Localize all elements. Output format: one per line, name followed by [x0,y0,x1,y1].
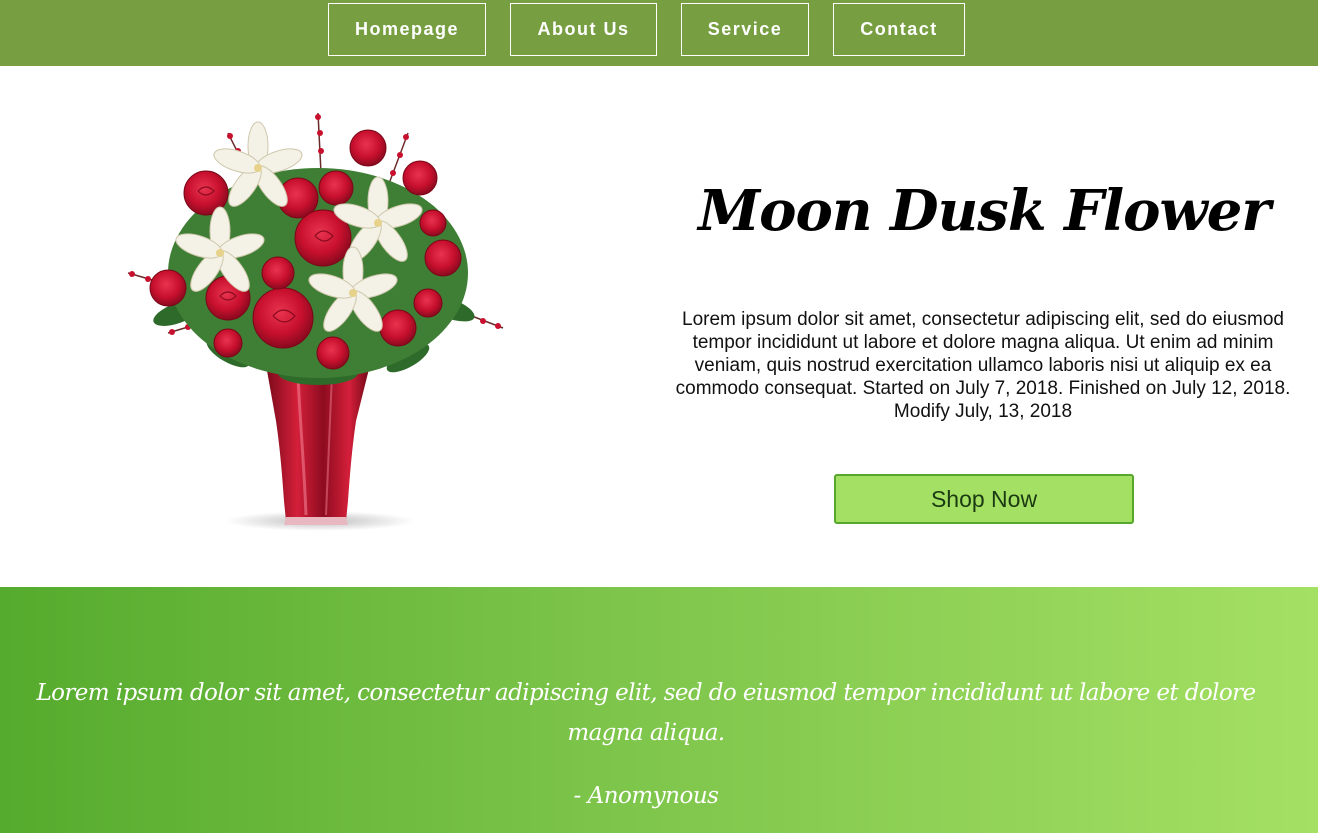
page-title: Moon Dusk Flower [698,178,1271,244]
product-image-bouquet [108,103,510,551]
nav-about-us[interactable]: About Us [510,3,657,56]
nav-homepage[interactable]: Homepage [328,3,486,56]
product-description: Lorem ipsum dolor sit amet, consectetur … [675,309,1291,422]
flower-bouquet-icon [127,112,504,531]
shop-now-button[interactable]: Shop Now [834,474,1134,524]
nav-contact[interactable]: Contact [833,3,965,56]
quote-section: Lorem ipsum dolor sit amet, consectetur … [0,587,1318,833]
nav-service[interactable]: Service [681,3,809,56]
quote-author: - Anomynous [573,783,719,809]
quote-text: Lorem ipsum dolor sit amet, consectetur … [36,680,1256,746]
top-navigation: Homepage About Us Service Contact [0,0,1318,66]
